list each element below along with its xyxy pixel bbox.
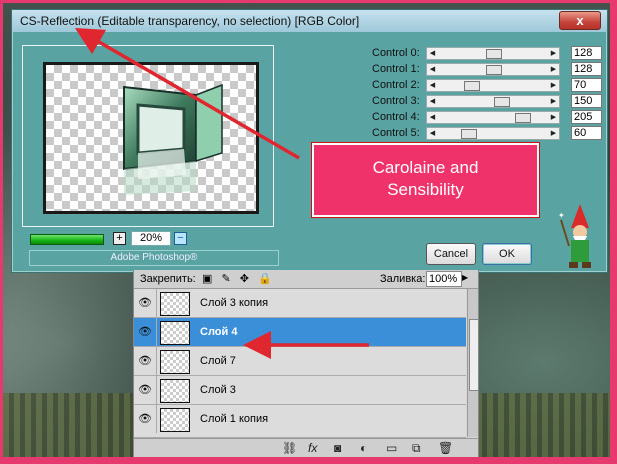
arrow-to-title — [74, 27, 300, 160]
annotation-arrows — [74, 27, 369, 359]
screen-frame: CS-Reflection (Editable transparency, no… — [3, 3, 610, 457]
